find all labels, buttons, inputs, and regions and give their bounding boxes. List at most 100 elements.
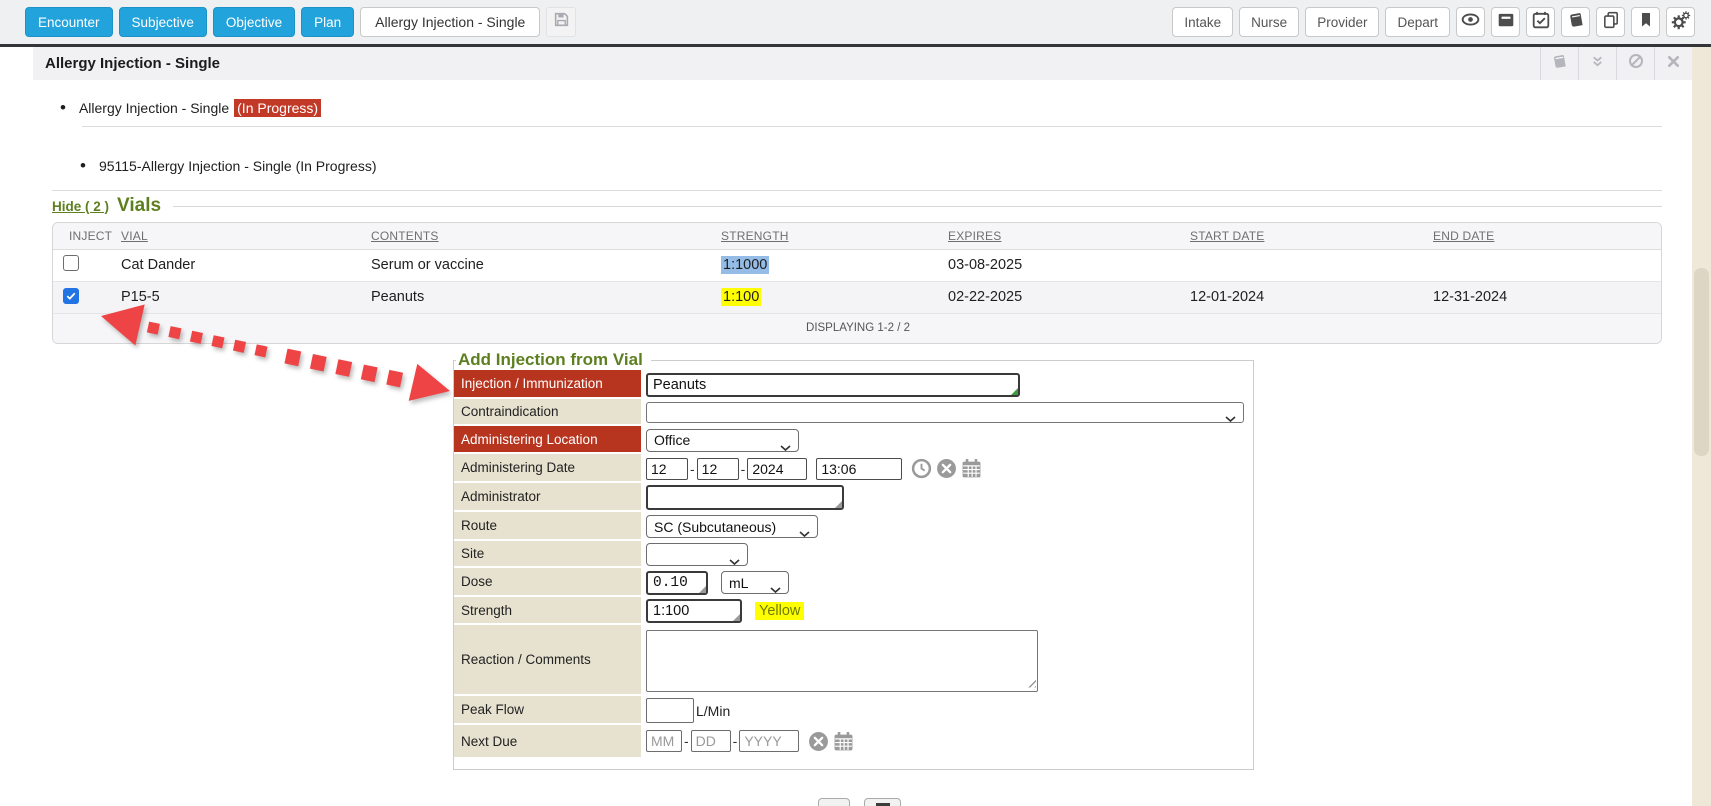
scrollbar-thumb[interactable] bbox=[1694, 268, 1709, 456]
sort-contents[interactable]: CONTENTS bbox=[371, 229, 439, 243]
vials-table: INJECT VIAL CONTENTS STRENGTH EXPIRES ST… bbox=[52, 222, 1662, 344]
row-route: Route SC (Subcutaneous) bbox=[454, 512, 1253, 541]
sort-expires[interactable]: EXPIRES bbox=[948, 229, 1001, 243]
administrator-input[interactable] bbox=[646, 485, 844, 510]
time-input[interactable] bbox=[816, 458, 902, 480]
table-footer-row: DISPLAYING 1-2 / 2 bbox=[53, 313, 1661, 343]
panel-action-icons bbox=[1540, 47, 1692, 80]
hide-vials-link[interactable]: Hide ( 2 ) bbox=[52, 199, 109, 214]
site-select[interactable] bbox=[646, 543, 748, 566]
encounter-button[interactable]: Encounter bbox=[25, 7, 113, 37]
administering-location-select[interactable]: Office bbox=[646, 429, 799, 452]
calendar-icon[interactable] bbox=[961, 458, 982, 479]
copy-button[interactable] bbox=[1596, 7, 1625, 37]
dose-unit-select[interactable]: mL bbox=[721, 571, 789, 594]
bottom-save-button[interactable] bbox=[864, 798, 901, 806]
reaction-label: Reaction / Comments bbox=[454, 625, 641, 696]
dose-input[interactable] bbox=[646, 571, 708, 595]
vials-header-row: INJECT VIAL CONTENTS STRENGTH EXPIRES ST… bbox=[53, 223, 1661, 249]
row-dose: Dose mL bbox=[454, 568, 1253, 597]
plan-button[interactable]: Plan bbox=[301, 7, 354, 37]
view-button[interactable] bbox=[1456, 7, 1485, 37]
add-injection-legend: Add Injection from Vial bbox=[456, 350, 651, 370]
in-progress-badge: (In Progress) bbox=[234, 99, 321, 117]
close-icon bbox=[1666, 54, 1681, 74]
strength-label: Strength bbox=[454, 597, 641, 625]
double-chevron-down-icon bbox=[1590, 54, 1605, 74]
intake-button[interactable]: Intake bbox=[1172, 7, 1233, 37]
subjective-button[interactable]: Subjective bbox=[119, 7, 207, 37]
panel-close-button[interactable] bbox=[1654, 47, 1692, 80]
row-contraindication: Contraindication bbox=[454, 399, 1253, 426]
header-contents: CONTENTS bbox=[369, 223, 719, 249]
current-form-button[interactable]: Allergy Injection - Single bbox=[360, 7, 540, 37]
sort-strength[interactable]: STRENGTH bbox=[721, 229, 789, 243]
header-strength: STRENGTH bbox=[719, 223, 946, 249]
date-day-input[interactable] bbox=[697, 458, 739, 480]
row-strength: Strength Yellow bbox=[454, 597, 1253, 625]
book-icon bbox=[1551, 53, 1568, 75]
next-due-day-input[interactable] bbox=[691, 730, 731, 752]
date-month-input[interactable] bbox=[646, 458, 688, 480]
injection-input[interactable] bbox=[646, 373, 1020, 397]
next-due-year-input[interactable] bbox=[739, 730, 799, 752]
copy-icon bbox=[1602, 11, 1620, 34]
depart-button[interactable]: Depart bbox=[1385, 7, 1450, 37]
eye-icon bbox=[1461, 10, 1480, 34]
cell-end-date bbox=[1431, 249, 1661, 281]
administering-location-label: Administering Location bbox=[454, 426, 641, 454]
date-separator: - bbox=[690, 461, 695, 477]
date-separator: - bbox=[733, 733, 738, 749]
vial-row-cat-dander: Cat Dander Serum or vaccine 1:1000 03-08… bbox=[53, 249, 1661, 281]
form-entry-link[interactable]: Allergy Injection - Single bbox=[79, 100, 229, 116]
drawer-button[interactable] bbox=[1491, 7, 1520, 37]
gears-icon bbox=[1671, 10, 1691, 35]
route-label: Route bbox=[454, 512, 641, 541]
page-title: Allergy Injection - Single bbox=[33, 55, 220, 72]
sort-start-date[interactable]: START DATE bbox=[1190, 229, 1264, 243]
provider-button[interactable]: Provider bbox=[1305, 7, 1379, 37]
bookmark-button[interactable] bbox=[1631, 7, 1660, 37]
header-expires: EXPIRES bbox=[946, 223, 1188, 249]
strength-input[interactable] bbox=[646, 599, 742, 623]
add-injection-fieldset: Add Injection from Vial Injection / Immu… bbox=[453, 350, 1254, 770]
journal-button[interactable] bbox=[1561, 7, 1590, 37]
sort-end-date[interactable]: END DATE bbox=[1433, 229, 1494, 243]
panel-journal-button[interactable] bbox=[1540, 47, 1578, 80]
bottom-button-1[interactable] bbox=[818, 798, 850, 806]
nurse-button[interactable]: Nurse bbox=[1239, 7, 1299, 37]
chevron-down-icon bbox=[770, 581, 781, 597]
peak-flow-label: Peak Flow bbox=[454, 696, 641, 725]
next-due-month-input[interactable] bbox=[646, 730, 682, 752]
panel-collapse-button[interactable] bbox=[1578, 47, 1616, 80]
clear-date-icon[interactable] bbox=[936, 458, 957, 479]
calendar-icon[interactable] bbox=[833, 731, 854, 752]
sort-vial[interactable]: VIAL bbox=[121, 229, 148, 243]
peak-flow-input[interactable] bbox=[646, 698, 694, 723]
cell-end-date: 12-31-2024 bbox=[1431, 281, 1661, 313]
inject-checkbox-unchecked[interactable] bbox=[63, 255, 79, 271]
contraindication-select[interactable] bbox=[646, 402, 1244, 423]
objective-button[interactable]: Objective bbox=[213, 7, 295, 37]
date-year-input[interactable] bbox=[747, 458, 807, 480]
row-administering-date: Administering Date - - bbox=[454, 454, 1253, 483]
panel-disable-button[interactable] bbox=[1616, 47, 1654, 80]
header-start-date: START DATE bbox=[1188, 223, 1431, 249]
toolbar-left-group: Encounter Subjective Objective Plan Alle… bbox=[25, 7, 576, 37]
legend-rule bbox=[173, 206, 1662, 207]
clock-icon[interactable] bbox=[911, 458, 932, 479]
list-divider bbox=[82, 126, 1662, 127]
reaction-textarea[interactable] bbox=[646, 630, 1038, 692]
bookmark-icon bbox=[1638, 11, 1654, 33]
inject-checkbox-checked[interactable] bbox=[63, 288, 79, 304]
settings-button[interactable] bbox=[1666, 7, 1695, 37]
cell-contents: Serum or vaccine bbox=[369, 249, 719, 281]
administrator-label: Administrator bbox=[454, 483, 641, 512]
header-vial: VIAL bbox=[119, 223, 369, 249]
clear-date-icon[interactable] bbox=[808, 731, 829, 752]
save-form-button[interactable] bbox=[546, 7, 576, 37]
vials-legend-title: Vials bbox=[117, 195, 161, 217]
route-select[interactable]: SC (Subcutaneous) bbox=[646, 515, 818, 538]
row-administrator: Administrator bbox=[454, 483, 1253, 512]
appointments-button[interactable] bbox=[1526, 7, 1555, 37]
